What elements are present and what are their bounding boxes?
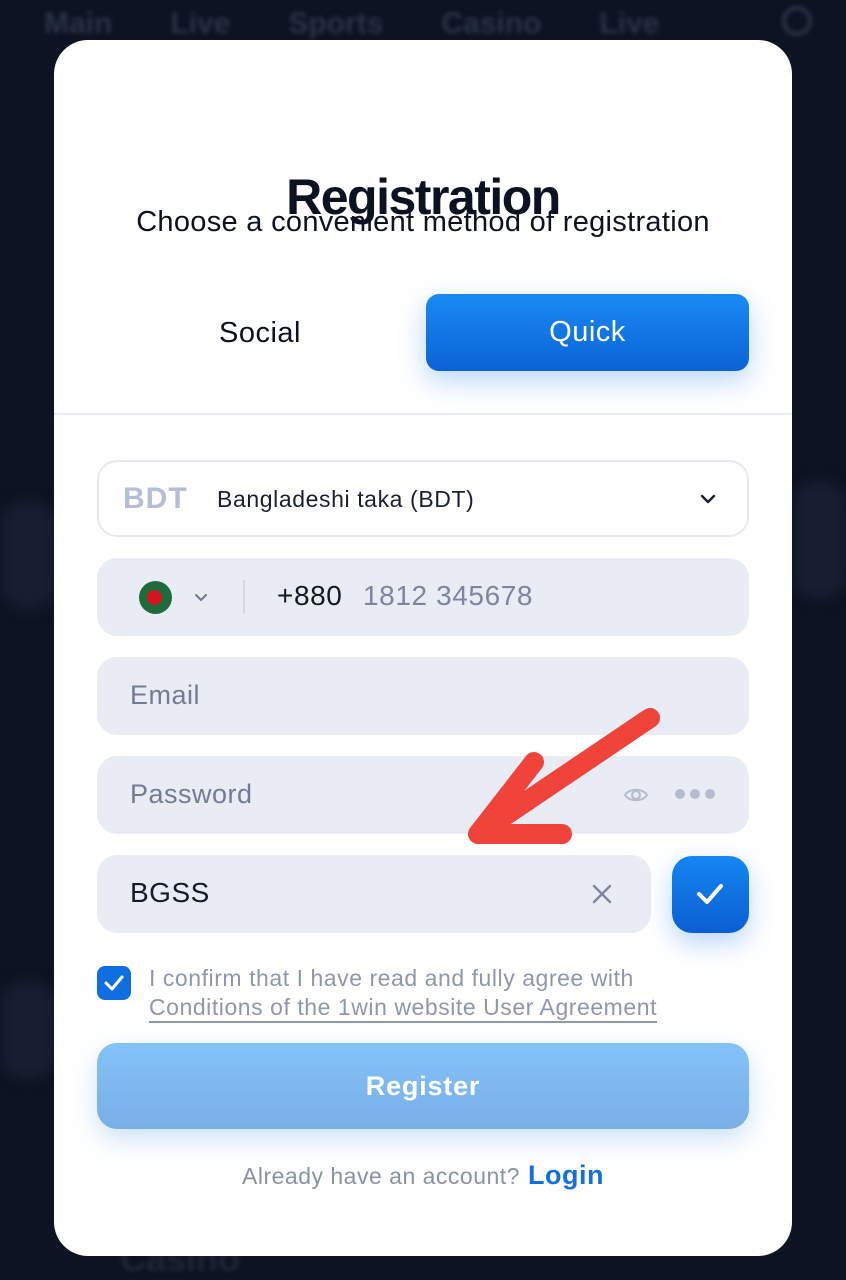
background-card <box>0 500 56 610</box>
login-prompt: Already have an account? Login <box>54 1160 792 1191</box>
bg-nav-casino: Casino <box>441 7 542 40</box>
currency-select[interactable]: BDT Bangladeshi taka (BDT) <box>97 460 749 537</box>
background-search-icon <box>782 6 812 36</box>
login-link[interactable]: Login <box>528 1160 604 1190</box>
phone-field[interactable]: +880 1812 345678 <box>97 558 749 636</box>
chevron-down-icon[interactable] <box>193 590 209 606</box>
login-question: Already have an account? <box>242 1163 520 1189</box>
agreement-checkbox[interactable] <box>97 966 131 1000</box>
password-generate-icon[interactable] <box>675 789 715 799</box>
red-arrow-annotation <box>468 708 660 844</box>
divider <box>54 413 792 415</box>
check-icon <box>697 884 723 904</box>
agreement-line: I confirm that I have read and fully agr… <box>149 965 634 991</box>
tab-quick[interactable]: Quick <box>426 294 749 371</box>
agreement-text: I confirm that I have read and fully agr… <box>149 964 749 1022</box>
close-icon[interactable] <box>591 883 613 905</box>
check-icon <box>104 975 124 991</box>
promo-code-value: BGSS <box>130 877 210 908</box>
registration-modal: Registration Choose a convenient method … <box>54 40 792 1256</box>
bg-nav-sports: Sports <box>288 7 384 40</box>
modal-subtitle: Choose a convenient method of registrati… <box>136 206 710 238</box>
agreement-link[interactable]: Conditions of the 1win website User Agre… <box>149 994 657 1020</box>
promo-apply-button[interactable] <box>672 856 749 933</box>
bg-nav-live: Live <box>170 7 231 40</box>
phone-separator <box>243 580 245 614</box>
currency-name: Bangladeshi taka (BDT) <box>217 486 475 512</box>
email-placeholder: Email <box>130 680 201 710</box>
promo-code-field[interactable]: BGSS <box>97 855 651 933</box>
background-card <box>792 480 846 600</box>
bg-nav-live-2: Live <box>599 7 660 40</box>
phone-country-code: +880 <box>277 580 343 611</box>
phone-input[interactable]: 1812 345678 <box>363 580 533 612</box>
bangladesh-flag-icon[interactable] <box>139 581 172 614</box>
password-placeholder: Password <box>130 779 253 809</box>
tab-social[interactable]: Social <box>98 294 422 372</box>
chevron-down-icon <box>700 494 716 504</box>
currency-code: BDT <box>123 482 188 515</box>
register-button[interactable]: Register <box>97 1043 749 1129</box>
background-card <box>0 980 56 1080</box>
bg-nav-main: Main <box>44 7 113 40</box>
